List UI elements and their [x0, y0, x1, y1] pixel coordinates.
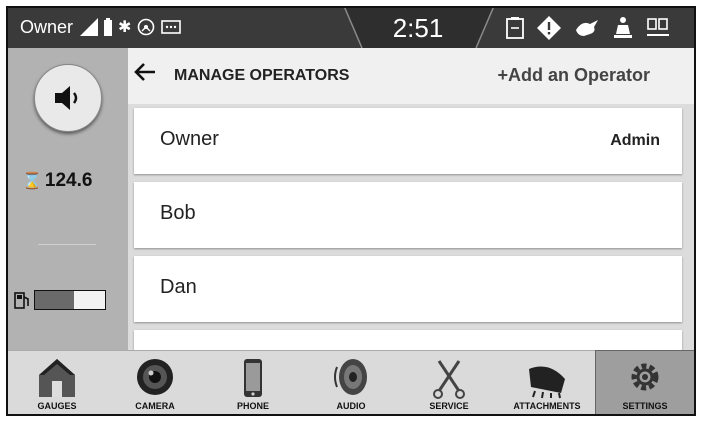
- nav-camera[interactable]: CAMERA: [106, 351, 204, 414]
- bluetooth-icon: ✱: [118, 19, 132, 36]
- operator-name: Bob: [160, 202, 196, 224]
- nav-label: SERVICE: [429, 401, 469, 411]
- nav-phone[interactable]: PHONE: [204, 351, 302, 414]
- hour-meter-value: 124.6: [44, 170, 93, 191]
- parking-brake-icon: [506, 17, 524, 39]
- status-icons-left: ✱: [80, 14, 182, 40]
- audio-icon: [334, 359, 367, 395]
- gauges-icon: [39, 359, 75, 397]
- status-bar: Owner ✱ 2:51: [8, 8, 694, 48]
- fuel-level-fill: [35, 291, 74, 309]
- attachments-icon: [529, 366, 565, 399]
- app-frame: Owner ✱ 2:51 ⌛ 124.6 MANAGE OPERATORS +A…: [6, 6, 696, 416]
- page-title: MANAGE OPERATORS: [174, 67, 350, 84]
- status-icons-right: [506, 14, 670, 42]
- nav-label: SETTINGS: [622, 401, 668, 411]
- nav-label: AUDIO: [336, 401, 366, 411]
- nav-label: PHONE: [236, 401, 269, 411]
- volume-button[interactable]: [34, 64, 102, 132]
- nav-label: CAMERA: [135, 401, 175, 411]
- operator-name: Owner: [160, 128, 219, 150]
- hour-meter: ⌛ 124.6: [22, 170, 92, 192]
- service-icon: [433, 360, 465, 399]
- operator-list[interactable]: Owner Admin Bob Dan C: [128, 104, 694, 350]
- bottom-nav: GAUGES CAMERA PHONE AUDIO SERVICE ATTACH…: [8, 350, 694, 414]
- nav-attachments[interactable]: ATTACHMENTS: [498, 351, 596, 414]
- battery-icon: [104, 18, 112, 36]
- nav-label: GAUGES: [37, 401, 77, 411]
- nav-gauges[interactable]: GAUGES: [8, 351, 106, 414]
- camera-status-icon: [646, 17, 670, 39]
- fuel-pump-icon: [14, 292, 29, 309]
- phone-icon: [244, 359, 262, 397]
- left-rail: ⌛ 124.6: [8, 48, 128, 350]
- speed-mode-icon: [574, 18, 600, 38]
- wifi-hotspot-icon: [137, 18, 155, 36]
- operator-role: Admin: [610, 132, 660, 149]
- operator-row[interactable]: Owner Admin: [134, 108, 682, 174]
- current-user[interactable]: Owner: [20, 17, 73, 38]
- settings-icon: [631, 363, 659, 391]
- nav-label: ATTACHMENTS: [513, 401, 581, 411]
- nav-service[interactable]: SERVICE: [400, 351, 498, 414]
- clock: 2:51: [392, 13, 444, 43]
- back-arrow-icon[interactable]: [134, 62, 156, 87]
- speaker-icon: [55, 86, 78, 110]
- operator-row[interactable]: Bob: [134, 182, 682, 248]
- nav-settings[interactable]: SETTINGS: [595, 350, 694, 414]
- fuel-level-bar: [34, 290, 106, 310]
- add-operator-button[interactable]: +Add an Operator: [497, 65, 650, 86]
- camera-icon: [137, 359, 173, 395]
- signal-icon: [80, 18, 98, 36]
- fuel-gauge: [14, 290, 106, 310]
- operator-row[interactable]: C: [134, 330, 682, 350]
- operator-row[interactable]: Dan: [134, 256, 682, 322]
- warning-icon: [536, 15, 562, 41]
- nav-audio[interactable]: AUDIO: [302, 351, 400, 414]
- operator-seat-icon: [612, 16, 634, 40]
- page-header: MANAGE OPERATORS +Add an Operator: [128, 48, 694, 105]
- message-icon: [161, 20, 182, 34]
- hourglass-icon: ⌛: [22, 173, 42, 190]
- operator-name: Dan: [160, 276, 197, 298]
- rail-divider: [38, 244, 96, 245]
